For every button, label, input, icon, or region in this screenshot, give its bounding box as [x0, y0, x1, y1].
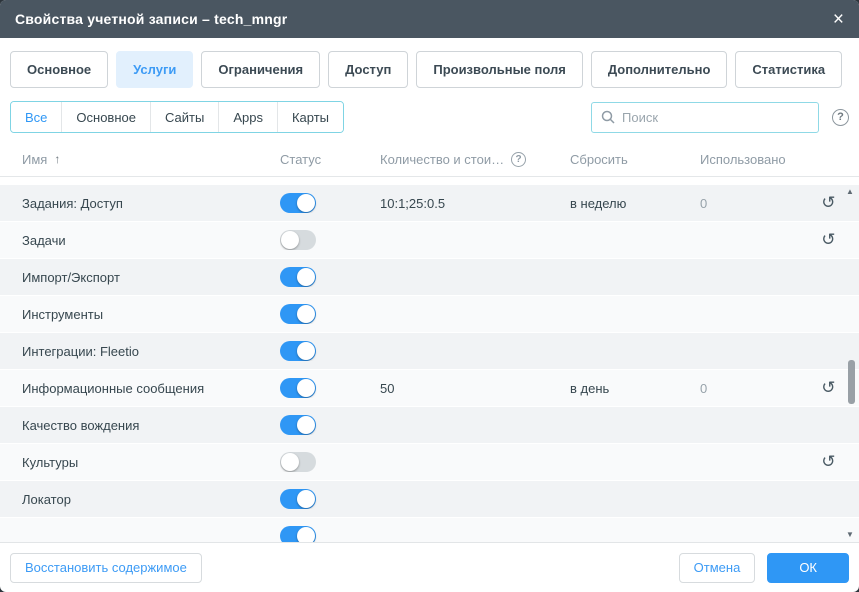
service-name: Локатор	[22, 492, 280, 507]
reset-icon[interactable]: ↺	[821, 380, 835, 397]
service-row: Задачи ↺	[0, 222, 859, 258]
account-properties-dialog: Свойства учетной записи – tech_mngr × Ос…	[0, 0, 859, 592]
filter-tab-1[interactable]: Все	[11, 102, 62, 132]
service-row: Инструменты ↺	[0, 296, 859, 332]
service-quantity: 50	[380, 381, 570, 396]
filter-tab-2[interactable]: Основное	[62, 102, 151, 132]
service-reset-interval: в день	[570, 381, 700, 396]
filter-tab-4[interactable]: Apps	[219, 102, 278, 132]
service-row: Задания: Доступ 10:1;25:0.5 в неделю 0 ↺	[0, 185, 859, 221]
filter-tab-3[interactable]: Сайты	[151, 102, 219, 132]
tab-5[interactable]: Произвольные поля	[416, 51, 582, 88]
service-toggle[interactable]	[280, 452, 316, 472]
column-used: Использовано	[700, 152, 810, 167]
service-category-filter: ВсеОсновноеСайтыAppsКарты	[10, 101, 344, 133]
service-name: Качество вождения	[22, 418, 280, 433]
service-used: 0	[700, 381, 810, 396]
tab-3[interactable]: Ограничения	[201, 51, 320, 88]
reset-icon[interactable]: ↺	[821, 195, 835, 212]
service-reset-interval: в неделю	[570, 196, 700, 211]
scroll-down-icon[interactable]: ▼	[844, 530, 856, 539]
table-header: Имя ↑ Статус Количество и стои… ? Сброси…	[0, 142, 859, 177]
service-toggle[interactable]	[280, 378, 316, 398]
toggle-knob	[297, 268, 315, 286]
search-box[interactable]	[591, 102, 819, 133]
toggle-knob	[297, 490, 315, 508]
toggle-knob	[281, 453, 299, 471]
column-status: Статус	[280, 152, 380, 167]
service-toggle[interactable]	[280, 489, 316, 509]
service-used: 0	[700, 196, 810, 211]
tab-6[interactable]: Дополнительно	[591, 51, 728, 88]
service-toggle[interactable]	[280, 193, 316, 213]
toggle-knob	[297, 527, 315, 542]
column-name[interactable]: Имя ↑	[22, 152, 280, 167]
scrollbar-thumb[interactable]	[848, 360, 855, 404]
service-toggle[interactable]	[280, 526, 316, 542]
service-toggle[interactable]	[280, 230, 316, 250]
tab-1[interactable]: Основное	[10, 51, 108, 88]
restore-content-button[interactable]: Восстановить содержимое	[10, 553, 202, 583]
search-icon	[601, 110, 615, 124]
toggle-knob	[297, 379, 315, 397]
toggle-knob	[297, 305, 315, 323]
filter-tab-5[interactable]: Карты	[278, 102, 343, 132]
service-row: Локатор ↺	[0, 481, 859, 517]
column-reset: Сбросить	[570, 152, 700, 167]
dialog-footer: Восстановить содержимое Отмена ОК	[0, 542, 859, 592]
service-row: Качество вождения ↺	[0, 407, 859, 443]
scroll-up-icon[interactable]: ▲	[844, 187, 856, 196]
quantity-help-icon[interactable]: ?	[511, 152, 526, 167]
service-name: Импорт/Экспорт	[22, 270, 280, 285]
tab-4[interactable]: Доступ	[328, 51, 408, 88]
service-name: Культуры	[22, 455, 280, 470]
toggle-knob	[297, 194, 315, 212]
services-table-body: Задания: Доступ 10:1;25:0.5 в неделю 0 ↺…	[0, 177, 859, 542]
service-name: Интеграции: Fleetio	[22, 344, 280, 359]
service-toggle[interactable]	[280, 304, 316, 324]
reset-icon[interactable]: ↺	[821, 232, 835, 249]
search-input[interactable]	[622, 110, 809, 125]
toggle-knob	[281, 231, 299, 249]
service-toggle[interactable]	[280, 267, 316, 287]
dialog-tabs: ОсновноеУслугиОграниченияДоступПроизволь…	[0, 38, 859, 94]
service-row: Информационные сообщения 50 в день 0 ↺	[0, 370, 859, 406]
service-row: Интеграции: Fleetio ↺	[0, 333, 859, 369]
toggle-knob	[297, 342, 315, 360]
service-row: Импорт/Экспорт ↺	[0, 259, 859, 295]
service-toggle[interactable]	[280, 415, 316, 435]
service-name: Инструменты	[22, 307, 280, 322]
service-name: Информационные сообщения	[22, 381, 280, 396]
cancel-button[interactable]: Отмена	[679, 553, 756, 583]
sort-asc-icon: ↑	[54, 152, 60, 166]
tab-2[interactable]: Услуги	[116, 51, 193, 88]
service-row: Культуры ↺	[0, 444, 859, 480]
service-name: Задания: Доступ	[22, 196, 280, 211]
service-name: Задачи	[22, 233, 280, 248]
service-toggle[interactable]	[280, 341, 316, 361]
dialog-title: Свойства учетной записи – tech_mngr	[15, 11, 287, 27]
tab-7[interactable]: Статистика	[735, 51, 842, 88]
column-quantity: Количество и стои… ?	[380, 152, 570, 167]
service-quantity: 10:1;25:0.5	[380, 196, 570, 211]
dialog-titlebar: Свойства учетной записи – tech_mngr ×	[0, 0, 859, 38]
ok-button[interactable]: ОК	[767, 553, 849, 583]
toggle-knob	[297, 416, 315, 434]
help-icon[interactable]: ?	[832, 109, 849, 126]
reset-icon[interactable]: ↺	[821, 454, 835, 471]
close-icon[interactable]: ×	[833, 10, 844, 29]
filter-row: ВсеОсновноеСайтыAppsКарты ?	[0, 94, 859, 142]
service-row: ↺	[0, 518, 859, 542]
